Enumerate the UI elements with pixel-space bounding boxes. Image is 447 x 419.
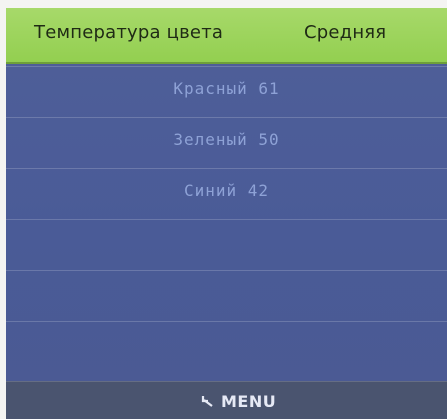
list-row-empty-1 (6, 219, 447, 267)
menu-label: MENU (221, 391, 277, 411)
osd-screen: Температура цвета Средняя Красный 61 Зел… (6, 8, 447, 419)
osd-header: Температура цвета Средняя (6, 8, 447, 64)
menu-button[interactable]: MENU (201, 389, 276, 413)
settings-list: Красный 61 Зеленый 50 Синий 42 (6, 66, 447, 381)
header-title: Температура цвета (34, 22, 224, 43)
list-row-blue[interactable]: Синий 42 (6, 168, 447, 216)
list-item-label: Красный 61 (173, 79, 280, 98)
list-row-empty-3 (6, 321, 447, 369)
list-row-empty-2 (6, 270, 447, 318)
list-item-label: Зеленый 50 (173, 130, 280, 149)
return-arrow-icon (201, 396, 213, 407)
osd-footer: MENU (6, 381, 447, 419)
list-row-green[interactable]: Зеленый 50 (6, 117, 447, 165)
list-item-label: Синий 42 (183, 181, 270, 200)
header-value[interactable]: Средняя (304, 22, 386, 43)
list-row-red[interactable]: Красный 61 (6, 66, 447, 114)
